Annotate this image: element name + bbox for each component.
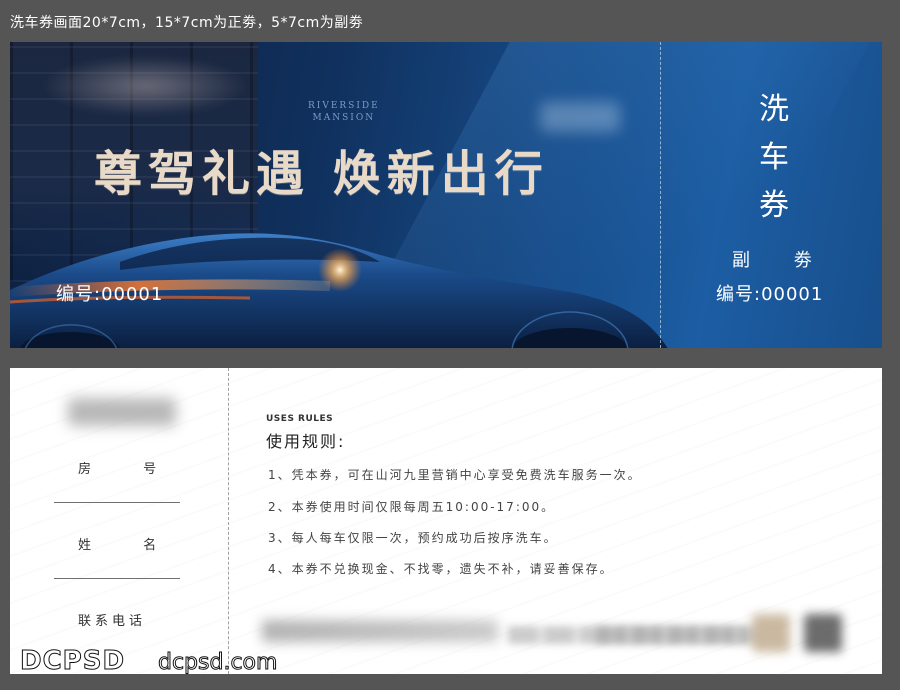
field-name-label: 姓 名 bbox=[78, 538, 158, 553]
blurred-logo bbox=[68, 398, 176, 426]
rule-item: 1、凭本券，可在山河九里营销中心享受免费洗车服务一次。 bbox=[268, 468, 642, 482]
stub-title-char-1: 洗 bbox=[759, 92, 789, 127]
headline: 尊驾礼遇 焕新出行 bbox=[94, 146, 549, 202]
rules-heading: 使用规则: bbox=[266, 432, 346, 451]
serial-number: 编号:00001 bbox=[56, 284, 164, 305]
coupon-front: RIVERSIDE MANSION 尊驾礼遇 焕新出行 编号:00001 洗 车… bbox=[10, 42, 882, 348]
blurred-logo bbox=[540, 102, 620, 132]
stub-serial-number: 编号:00001 bbox=[716, 284, 824, 305]
brand-line-2: MANSION bbox=[312, 113, 376, 123]
blurred-project-name bbox=[262, 620, 498, 642]
rules-heading-en: USES RULES bbox=[266, 414, 334, 424]
brand-english: RIVERSIDE MANSION bbox=[308, 100, 380, 124]
stub-title-char-3: 券 bbox=[759, 188, 789, 223]
brand-line-1: RIVERSIDE bbox=[308, 101, 380, 111]
coupon-back: 房 号 姓 名 联系电话 USES RULES 使用规则: 1、凭本券，可在山河… bbox=[10, 368, 882, 674]
field-phone-label: 联系电话 bbox=[78, 614, 147, 629]
perforation-line bbox=[660, 42, 661, 348]
rule-item: 3、每人每车仅限一次，预约成功后按序洗车。 bbox=[268, 531, 558, 545]
watermark-url: dcpsd.com bbox=[157, 650, 278, 676]
perforation-line bbox=[228, 368, 229, 674]
stub-title: 洗 车 券 bbox=[754, 86, 794, 230]
blurred-badge bbox=[752, 614, 790, 652]
blurred-fine-print bbox=[596, 626, 746, 644]
watermark-logo: DCPSD bbox=[19, 646, 126, 677]
stub-subtitle: 副 劵 bbox=[732, 250, 814, 271]
field-name-line[interactable] bbox=[54, 578, 180, 579]
top-caption: 洗车券画面20*7cm，15*7cm为正劵，5*7cm为副劵 bbox=[10, 15, 364, 31]
field-room-line[interactable] bbox=[54, 502, 180, 503]
field-room-label: 房 号 bbox=[78, 462, 158, 477]
light-glow bbox=[40, 56, 250, 116]
rule-item: 2、本券使用时间仅限每周五10:00-17:00。 bbox=[268, 500, 556, 514]
rule-item: 4、本券不兑换现金、不找零，遗失不补，请妥善保存。 bbox=[268, 562, 614, 576]
blurred-qr-code bbox=[804, 614, 842, 652]
stub-title-char-2: 车 bbox=[759, 140, 789, 175]
